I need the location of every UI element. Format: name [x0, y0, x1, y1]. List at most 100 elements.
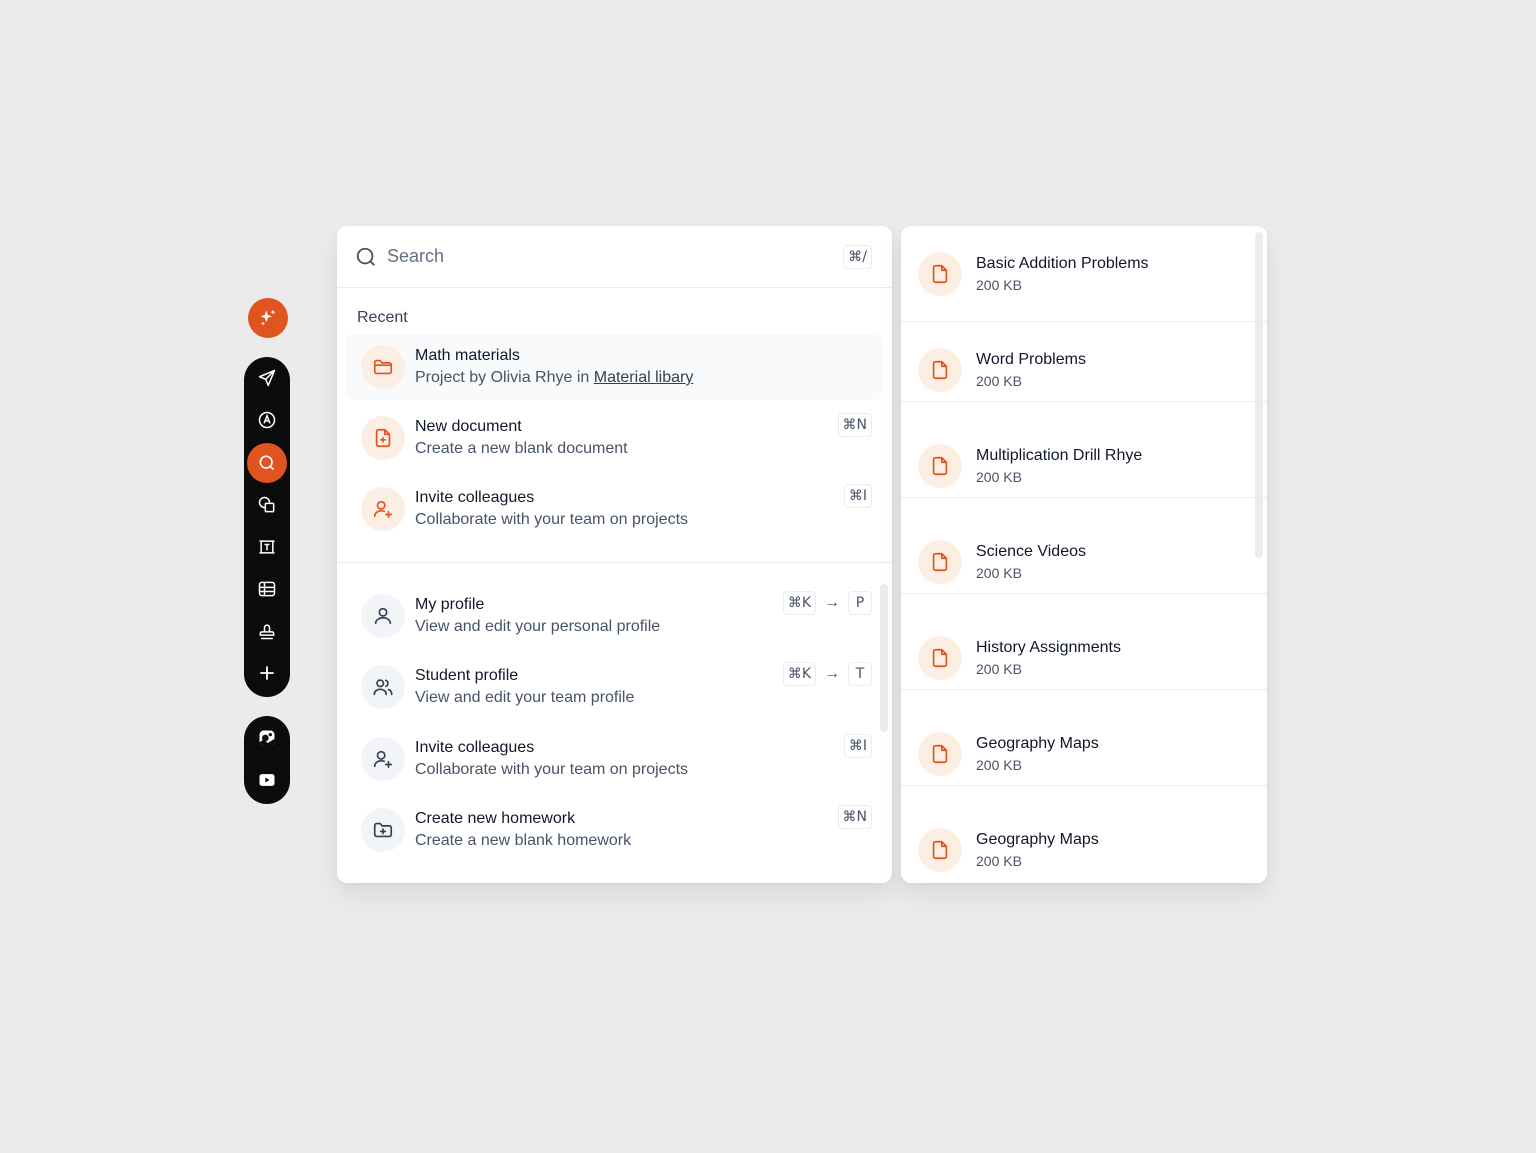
pen-tool-icon [258, 411, 276, 429]
tool-text-frame[interactable] [247, 527, 287, 567]
item-title: Invite colleagues [415, 489, 535, 506]
item-subtitle: Project by Olivia Rhye in Material libar… [415, 367, 693, 389]
plus-icon [260, 666, 274, 680]
item-subtitle: Create a new blank document [415, 440, 628, 457]
tool-search[interactable] [247, 443, 287, 483]
tool-shapes[interactable] [247, 485, 287, 525]
search-shortcut: ⌘/ [843, 244, 872, 269]
section-label-recent: Recent [357, 309, 408, 326]
item-shortcuts: ⌘I [843, 484, 872, 508]
scrollbar[interactable] [1255, 232, 1263, 558]
search-icon [356, 247, 375, 266]
item-text: New document Create a new blank document [415, 416, 628, 460]
action-item-my-profile[interactable]: My profile View and edit your personal p… [346, 583, 883, 649]
file-size: 200 KB [976, 372, 1022, 389]
action-item-invite-colleagues[interactable]: Invite colleagues Collaborate with your … [346, 726, 883, 792]
file-size: 200 KB [976, 564, 1022, 581]
file-size: 200 KB [976, 853, 1022, 869]
action-item-create-homework[interactable]: Create new homework Create a new blank h… [346, 797, 883, 863]
file-icon-wrap [918, 731, 962, 776]
item-text: Invite colleagues Collaborate with your … [415, 487, 688, 531]
toolbar-main [244, 357, 290, 697]
user-plus-icon [373, 500, 393, 519]
file-row[interactable]: Science Videos 200 KB [901, 498, 1267, 594]
item-subtitle: Create a new blank homework [415, 832, 632, 849]
table-icon [258, 581, 276, 597]
file-icon [932, 840, 948, 860]
item-text: My profile View and edit your personal p… [415, 594, 660, 638]
file-row[interactable]: Multiplication Drill Rhye 200 KB [901, 402, 1267, 498]
file-icon [932, 744, 948, 763]
magic-button[interactable] [248, 298, 288, 338]
item-shortcuts: ⌘N [837, 805, 872, 829]
file-name: History Assignments [976, 638, 1121, 656]
item-subtitle: View and edit your team profile [415, 689, 635, 706]
command-panel: ⌘/ Recent Math materials Project by Oliv… [337, 226, 892, 883]
folder-plus-icon [373, 822, 393, 838]
item-title: Invite colleagues [415, 739, 535, 756]
file-plus-icon [375, 428, 391, 448]
material-library-link[interactable]: Material libary [594, 369, 694, 386]
shortcut-key: ⌘K [782, 662, 816, 686]
arrow-right-icon: → [824, 594, 840, 611]
file-icon [932, 360, 948, 379]
tool-stamp[interactable] [247, 611, 287, 651]
stamp-icon [259, 624, 275, 640]
item-icon-wrap [361, 737, 405, 781]
file-text: Multiplication Drill Rhye 200 KB [976, 445, 1142, 487]
youtube-icon [259, 774, 275, 786]
file-row[interactable]: Geography Maps 200 KB [901, 690, 1267, 786]
shapes-icon [258, 496, 275, 513]
shortcut-key-second: T [848, 662, 872, 686]
item-shortcuts: ⌘K → P [782, 591, 872, 615]
file-icon [932, 456, 948, 475]
item-subtitle: Collaborate with your team on projects [415, 511, 689, 528]
action-item-student-profile[interactable]: Student profile View and edit your team … [346, 654, 883, 720]
files-panel: Basic Addition Problems 200 KB Word Prob… [901, 226, 1267, 883]
item-icon-wrap [361, 345, 405, 389]
app-youtube[interactable] [247, 760, 287, 800]
tool-add[interactable] [247, 653, 287, 693]
recent-item-invite-colleagues[interactable]: Invite colleagues Collaborate with your … [346, 476, 883, 542]
file-text: Geography Maps 200 KB [976, 829, 1099, 871]
app-image[interactable] [247, 718, 287, 758]
item-icon-wrap [361, 665, 405, 709]
text-frame-icon [259, 540, 275, 554]
recent-item-new-document[interactable]: New document Create a new blank document… [346, 405, 883, 471]
recent-item-math-materials[interactable]: Math materials Project by Olivia Rhye in… [346, 334, 883, 400]
file-size: 200 KB [976, 468, 1022, 485]
file-icon [932, 648, 948, 667]
sparkle-icon [260, 309, 276, 326]
arrow-right-icon: → [824, 665, 840, 682]
file-icon-wrap [918, 443, 962, 488]
item-title: Create new homework [415, 810, 576, 827]
shortcut-key: ⌘I [843, 484, 872, 508]
file-row[interactable]: History Assignments 200 KB [901, 594, 1267, 690]
search-bar: ⌘/ [337, 226, 892, 288]
file-icon-wrap [918, 635, 962, 680]
user-icon [374, 607, 392, 625]
item-icon-wrap [361, 487, 405, 531]
item-icon-wrap [361, 808, 405, 852]
file-icon-wrap [918, 828, 962, 872]
item-text: Student profile View and edit your team … [415, 665, 634, 709]
user-plus-icon [373, 750, 393, 769]
file-size: 200 KB [976, 276, 1022, 293]
tool-table[interactable] [247, 569, 287, 609]
item-text: Invite colleagues Collaborate with your … [415, 737, 688, 781]
file-text: History Assignments 200 KB [976, 637, 1121, 679]
file-row[interactable]: Geography Maps 200 KB [901, 786, 1267, 882]
shortcut-key: ⌘N [837, 413, 872, 437]
file-name: Multiplication Drill Rhye [976, 446, 1143, 464]
file-name: Geography Maps [976, 734, 1099, 752]
item-title: Math materials [415, 347, 520, 364]
item-shortcuts: ⌘K → T [782, 662, 872, 686]
file-icon [932, 552, 948, 571]
search-input[interactable] [387, 246, 844, 267]
tool-pen[interactable] [247, 400, 287, 440]
tool-send[interactable] [247, 358, 287, 398]
file-row[interactable]: Word Problems 200 KB [901, 306, 1267, 402]
scrollbar[interactable] [880, 584, 888, 732]
file-text: Word Problems 200 KB [976, 349, 1086, 391]
users-icon [373, 679, 393, 696]
